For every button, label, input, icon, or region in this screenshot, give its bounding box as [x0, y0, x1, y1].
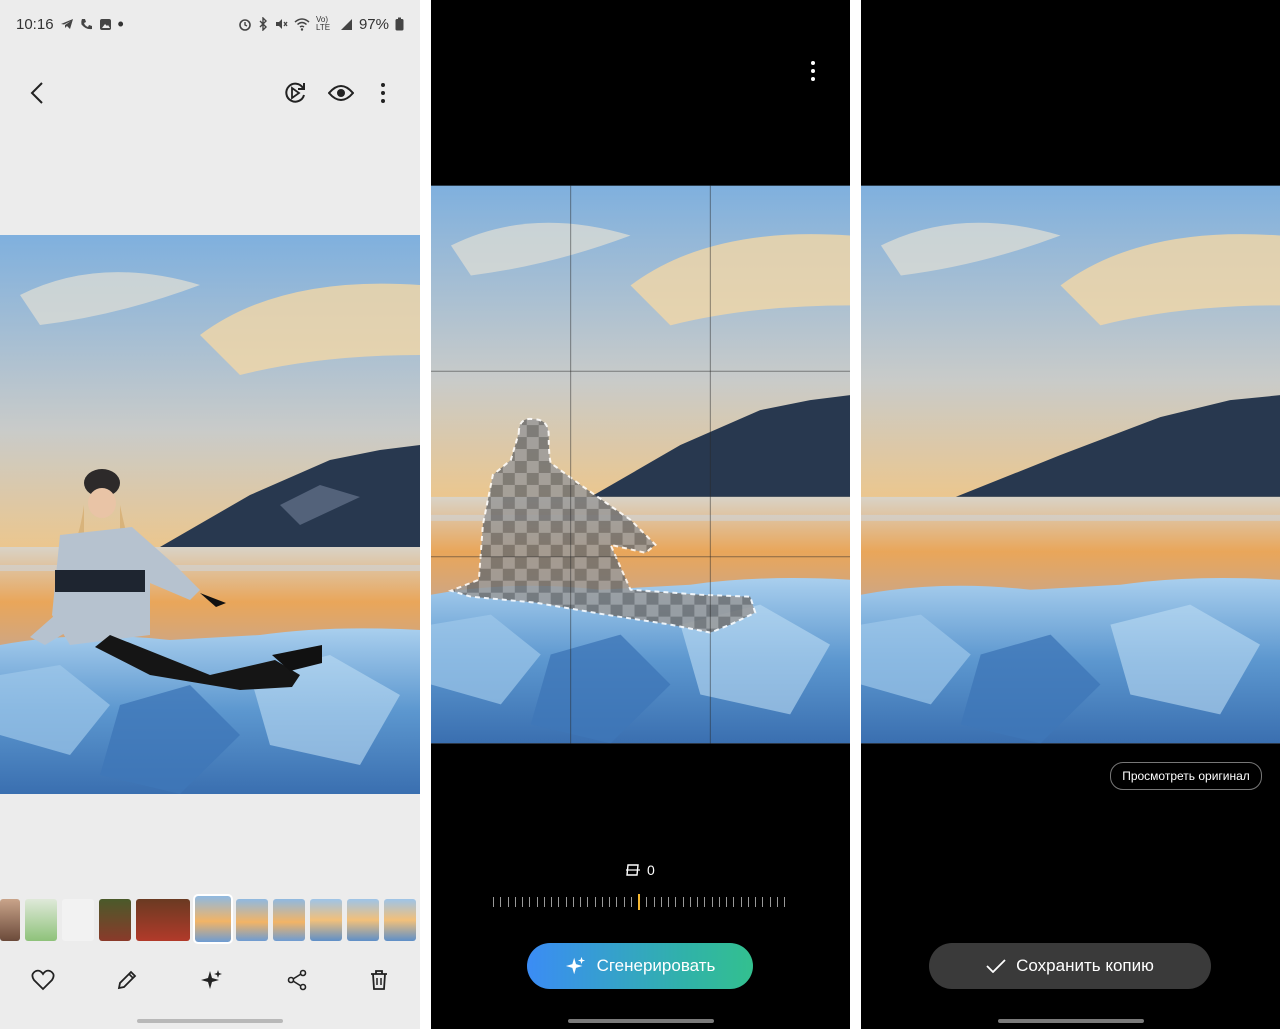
heart-icon [31, 969, 55, 991]
alarm-icon [239, 19, 251, 31]
bluetooth-icon [259, 17, 267, 31]
share-button[interactable] [286, 969, 308, 991]
thumbnail[interactable] [136, 899, 190, 941]
angle-value: 0 [647, 862, 655, 878]
phone-icon [80, 18, 92, 29]
eye-icon [328, 85, 354, 101]
network-type: Vo) LTE [315, 15, 331, 32]
main-photo[interactable] [0, 235, 420, 794]
straighten-angle-readout: 0 [625, 862, 655, 878]
bottom-toolbar [0, 960, 420, 1000]
ai-edit-button[interactable] [200, 968, 224, 992]
result-photo[interactable] [861, 185, 1280, 744]
more-vertical-icon [811, 61, 815, 81]
telegram-icon [60, 19, 73, 29]
thumbnail[interactable] [62, 899, 94, 941]
gallery-viewer-panel: 10:16 • Vo) LTE 97% [0, 0, 420, 1029]
mute-icon [275, 19, 288, 29]
check-icon [986, 959, 1006, 973]
dot-icon: • [117, 14, 124, 34]
gesture-handle [137, 1019, 283, 1023]
more-options-button[interactable] [368, 78, 398, 108]
save-copy-label: Сохранить копию [1016, 956, 1154, 975]
angle-ruler-slider[interactable] [493, 894, 785, 910]
more-vertical-icon [381, 83, 385, 103]
rotate-angle-icon [626, 864, 640, 876]
signal-icon [340, 18, 352, 30]
chevron-left-icon [30, 82, 43, 104]
thumbnail[interactable] [347, 899, 379, 941]
generative-edit-panel: 0 Сгенерировать [431, 0, 850, 1029]
image-icon [99, 18, 111, 30]
result-preview-panel: Просмотреть оригинал Сохранить копию [861, 0, 1280, 1029]
wifi-icon [294, 17, 310, 31]
thumbnail[interactable] [384, 899, 416, 941]
gesture-handle [567, 1019, 714, 1023]
pencil-icon [118, 970, 137, 990]
status-bar: 10:16 • Vo) LTE 97% [16, 10, 404, 38]
thumbnail[interactable] [310, 899, 342, 941]
thumbnail[interactable] [273, 899, 305, 941]
favorite-button[interactable] [31, 969, 55, 991]
view-details-button[interactable] [326, 78, 356, 108]
thumbnail[interactable] [236, 899, 268, 941]
thumbnail-strip [0, 894, 420, 944]
gesture-handle [997, 1019, 1144, 1023]
thumbnail[interactable] [0, 899, 20, 941]
edit-button[interactable] [116, 969, 138, 991]
generate-button[interactable]: Сгенерировать [527, 943, 753, 989]
thumbnail-selected[interactable] [193, 894, 233, 944]
status-time: 10:16 [16, 15, 54, 33]
delete-button[interactable] [369, 969, 389, 991]
more-options-button[interactable] [803, 56, 823, 86]
thumbnail[interactable] [99, 899, 131, 941]
save-copy-button[interactable]: Сохранить копию [929, 943, 1211, 989]
view-original-button[interactable]: Просмотреть оригинал [1110, 762, 1262, 790]
battery-icon [395, 17, 404, 31]
motion-photo-button[interactable] [280, 78, 310, 108]
edit-photo[interactable] [431, 185, 850, 744]
motion-play-icon [285, 82, 305, 103]
thumbnail[interactable] [25, 899, 57, 941]
slider-indicator [638, 894, 640, 910]
view-original-label: Просмотреть оригинал [1122, 769, 1250, 783]
sparkle-icon [200, 970, 222, 989]
share-icon [287, 969, 306, 991]
back-button[interactable] [22, 78, 52, 108]
generate-label: Сгенерировать [596, 956, 716, 975]
trash-icon [371, 970, 388, 990]
sparkle-icon [565, 956, 585, 975]
battery-percent: 97% [358, 15, 389, 33]
